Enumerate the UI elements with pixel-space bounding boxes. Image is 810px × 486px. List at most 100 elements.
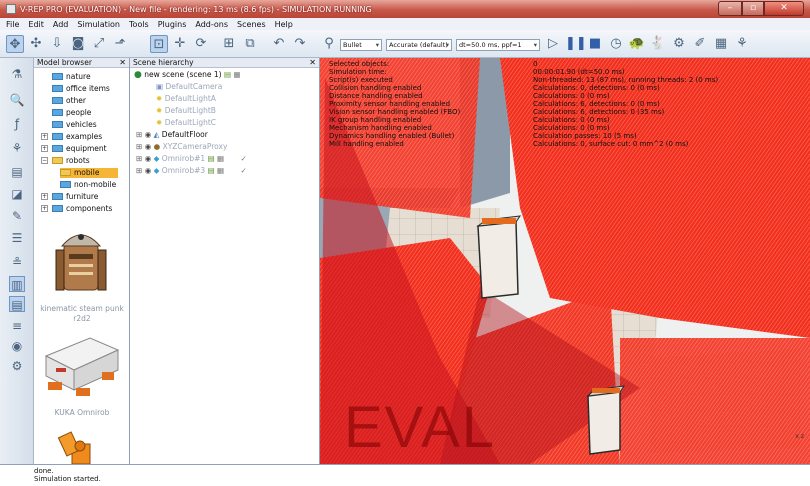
stop-icon[interactable]: ■ (586, 35, 604, 53)
visibility-icon[interactable]: ◉ (145, 166, 152, 175)
expand-icon[interactable]: + (41, 205, 48, 212)
redo-icon[interactable]: ↷ (291, 35, 309, 53)
tree-item-default-light-a[interactable]: ✹ DefaultLightA (156, 94, 216, 104)
play-icon[interactable]: ▷ (544, 35, 562, 53)
pause-icon[interactable]: ❚❚ (565, 35, 587, 53)
threaded-rendering-icon[interactable]: ⚙ (670, 35, 688, 53)
click-select-icon[interactable]: ⬏ (111, 35, 129, 53)
model-browser-icon[interactable]: ▥ (9, 276, 25, 292)
folder-furniture[interactable]: + furniture (41, 192, 98, 202)
folder-icon (52, 205, 63, 212)
shapes-edit-icon[interactable]: ◪ (9, 186, 25, 202)
engine-select[interactable]: Bullet (340, 39, 382, 51)
close-icon[interactable]: ✕ (119, 58, 126, 68)
camera-shift-icon[interactable]: ⇩ (48, 35, 66, 53)
tree-item-default-light-b[interactable]: ✹ DefaultLightB (156, 106, 216, 116)
menu-file[interactable]: File (6, 20, 19, 29)
assemble-icon[interactable]: ⊞ (220, 35, 238, 53)
collections-icon[interactable]: ⚘ (9, 140, 25, 156)
expand-icon[interactable]: + (41, 133, 48, 140)
calc-modules-icon[interactable]: ƒ (9, 116, 25, 132)
object-rotate-icon[interactable]: ⟳ (192, 35, 210, 53)
record-icon[interactable]: ◉ (9, 338, 25, 354)
accuracy-select[interactable]: Accurate (default) (386, 39, 452, 51)
tree-item-omnirob-3[interactable]: ⊞ ◉ ◆ Omnirob#3 ▤ ▦ ✓ (136, 166, 247, 176)
expand-icon[interactable]: ⊞ (136, 142, 142, 151)
menu-add[interactable]: Add (53, 20, 69, 29)
close-button[interactable]: ✕ (764, 1, 804, 16)
tree-item-omnirob-1[interactable]: ⊞ ◉ ◆ Omnirob#1 ▤ ▦ ✓ (136, 154, 247, 164)
folder-nature[interactable]: nature (52, 72, 91, 82)
camera-angle-icon[interactable]: ◙ (69, 35, 87, 53)
fit-to-view-icon[interactable]: ⤢ (90, 35, 108, 53)
slower-icon[interactable]: 🐢 (628, 35, 646, 53)
timestep-select[interactable]: dt=50.0 ms, ppf=1 (456, 39, 540, 51)
layers-stack-icon[interactable]: ≡ (9, 318, 25, 334)
menu-scenes[interactable]: Scenes (237, 20, 266, 29)
tree-item-default-light-c[interactable]: ✹ DefaultLightC (156, 118, 216, 128)
omnirob-thumbnail[interactable] (42, 328, 120, 402)
undo-icon[interactable]: ↶ (270, 35, 288, 53)
menu-simulation[interactable]: Simulation (77, 20, 120, 29)
layers-icon[interactable]: ≗ (9, 254, 25, 270)
expand-icon[interactable]: ⊞ (136, 166, 142, 175)
minimize-button[interactable]: – (718, 1, 742, 16)
menu-addons[interactable]: Add-ons (195, 20, 228, 29)
tree-item-default-camera[interactable]: ▣ DefaultCamera (156, 82, 222, 92)
folder-mobile[interactable]: mobile (60, 168, 118, 178)
selection-icon[interactable]: ☰ (9, 230, 25, 246)
tree-item-default-floor[interactable]: ⊞ ◉ ◭ DefaultFloor (136, 130, 208, 140)
expand-icon[interactable]: ⊞ (136, 130, 142, 139)
folder-office-items[interactable]: office items (52, 84, 110, 94)
magnifier-icon[interactable]: 🔍 (9, 92, 25, 108)
page-selector-icon[interactable]: ▦ (712, 35, 730, 53)
visibility-icon[interactable]: ◉ (145, 130, 152, 139)
maximize-button[interactable]: ▫ (742, 1, 764, 16)
expand-icon[interactable]: ⊞ (136, 154, 142, 163)
scripts-icon[interactable]: ▤ (9, 164, 25, 180)
scene-selector-icon[interactable]: ⚘ (733, 35, 751, 53)
collapse-icon[interactable]: − (41, 157, 48, 164)
user-settings-icon[interactable]: ⚙ (9, 358, 25, 374)
customization-icon[interactable]: ▦ (217, 154, 224, 163)
visibility-icon[interactable]: ◉ (145, 154, 152, 163)
scene-viewport[interactable]: Selected objects: 0 Simulation time: 00:00… (320, 58, 810, 464)
menu-plugins[interactable]: Plugins (158, 20, 187, 29)
folder-vehicles[interactable]: vehicles (52, 120, 97, 130)
dynamics-engine-icon[interactable]: ⚲ (320, 35, 338, 53)
scene-customization-icon[interactable]: ▦ (233, 70, 240, 79)
folder-examples[interactable]: + examples (41, 132, 102, 142)
folder-robots[interactable]: − robots (41, 156, 90, 166)
menu-tools[interactable]: Tools (129, 20, 149, 29)
expand-icon[interactable]: + (41, 193, 48, 200)
script-icon[interactable]: ▤ (208, 154, 215, 163)
folder-non-mobile[interactable]: non-mobile (60, 180, 116, 190)
simulation-settings-icon[interactable]: ⚗ (9, 66, 25, 82)
folder-components[interactable]: + components (41, 204, 112, 214)
scene-root[interactable]: ● new scene (scene 1) ▤ ▦ (134, 70, 241, 80)
menu-help[interactable]: Help (275, 20, 293, 29)
scene-hierarchy-icon[interactable]: ▤ (9, 296, 25, 312)
camera-pan-icon[interactable]: ✥ (6, 35, 24, 53)
customization-icon[interactable]: ▦ (217, 166, 224, 175)
menu-edit[interactable]: Edit (28, 20, 44, 29)
script-icon[interactable]: ▤ (208, 166, 215, 175)
path-edit-icon[interactable]: ✎ (9, 208, 25, 224)
scene-script-icon[interactable]: ▤ (224, 70, 231, 79)
folder-people[interactable]: people (52, 108, 91, 118)
r2d2-thumbnail[interactable] (42, 222, 120, 300)
real-time-icon[interactable]: ◷ (607, 35, 625, 53)
faster-icon[interactable]: 🐇 (649, 35, 667, 53)
visibility-icon[interactable]: ◉ (145, 142, 152, 151)
close-icon[interactable]: ✕ (309, 58, 316, 68)
expand-icon[interactable]: + (41, 145, 48, 152)
folder-equipment[interactable]: + equipment (41, 144, 107, 154)
camera-rotate-icon[interactable]: ✣ (27, 35, 45, 53)
folder-other[interactable]: other (52, 96, 86, 106)
object-select-icon[interactable]: ⊡ (150, 35, 168, 53)
toggle-visualization-icon[interactable]: ✐ (691, 35, 709, 53)
tree-item-camera-proxy[interactable]: ⊞ ◉ ● XYZCameraProxy (136, 142, 227, 152)
transfer-dna-icon[interactable]: ⧉ (241, 35, 259, 53)
robot-arm-thumbnail[interactable] (42, 430, 120, 464)
object-shift-icon[interactable]: ✛ (171, 35, 189, 53)
